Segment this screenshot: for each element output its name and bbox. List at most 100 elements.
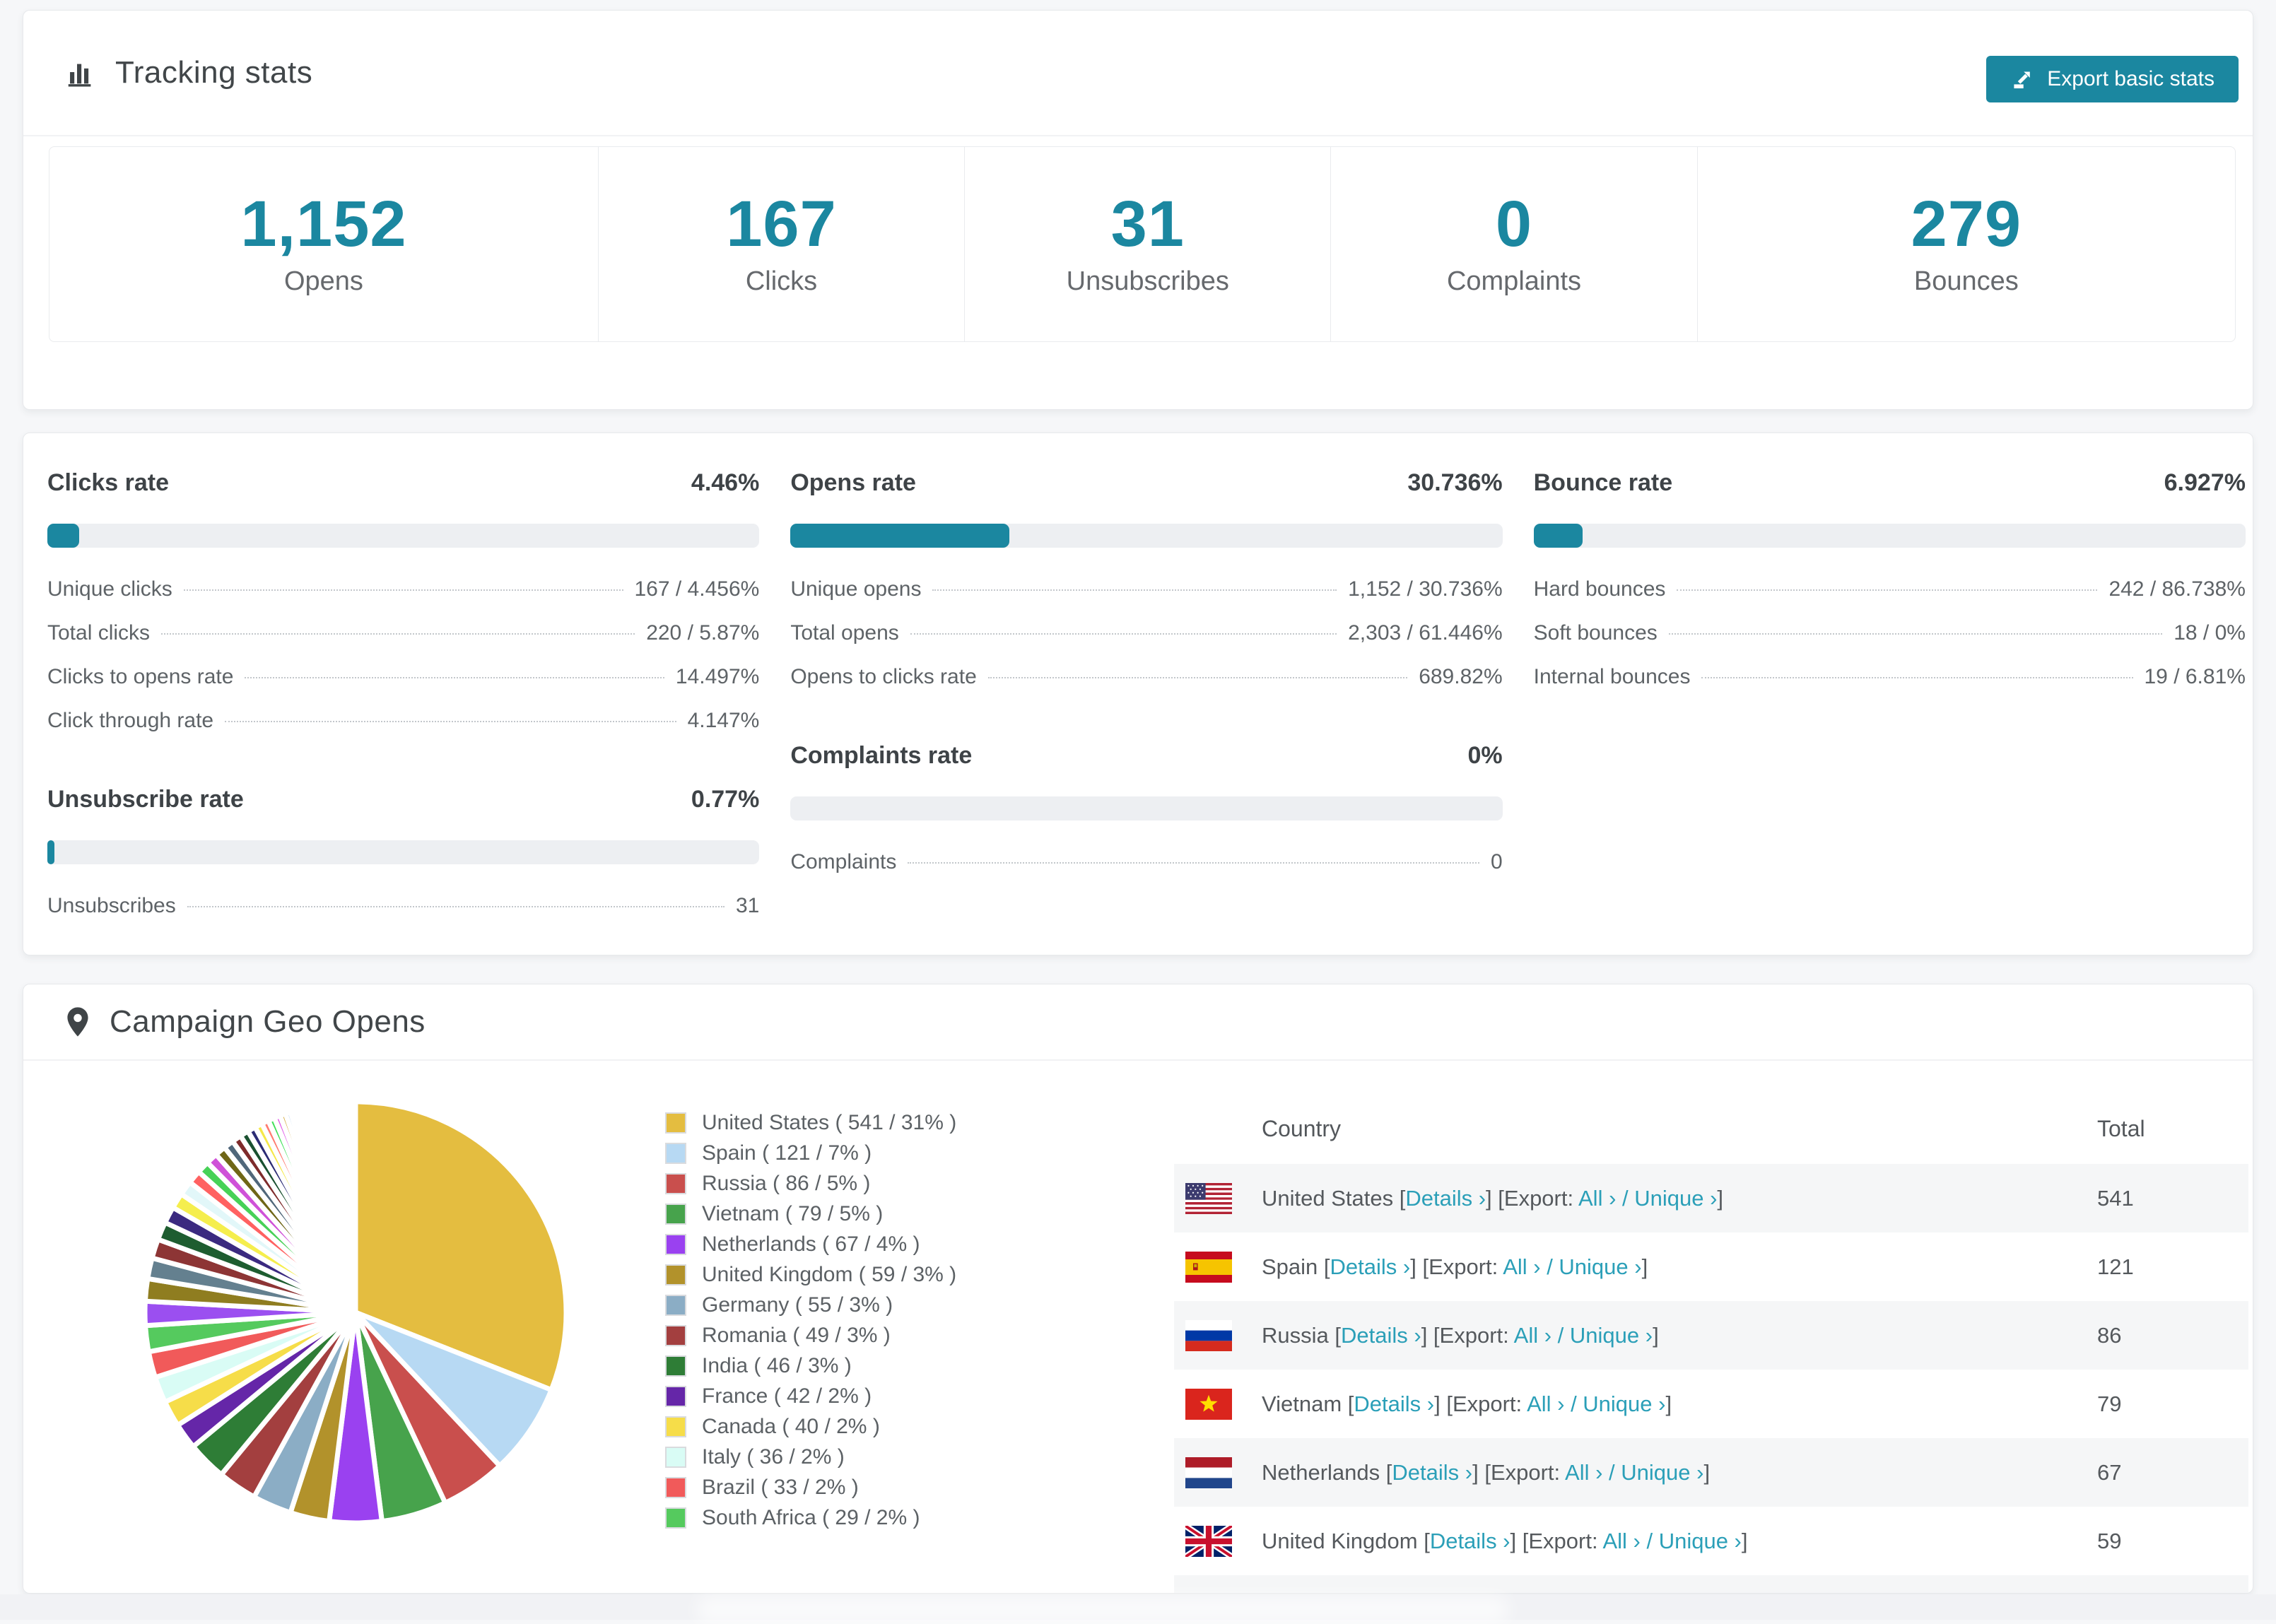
bracket: ] [ xyxy=(1410,1254,1429,1279)
legend-swatch xyxy=(665,1234,686,1255)
legend-item-india: India ( 46 / 3% ) xyxy=(665,1351,956,1381)
dotted-leader xyxy=(161,633,635,635)
geo-pie-chart xyxy=(129,1086,582,1538)
export-unique-link[interactable]: Unique › xyxy=(1559,1254,1641,1279)
rate-row-value: 4.147% xyxy=(688,709,760,733)
export-basic-stats-button[interactable]: Export basic stats xyxy=(1986,56,2239,102)
export-unique-link[interactable]: Unique › xyxy=(1659,1529,1742,1553)
table-row-spain: Spain [Details ›] [Export: All › / Uniqu… xyxy=(1174,1232,2248,1301)
export-word: Export: xyxy=(1453,1391,1527,1416)
legend-label: Canada ( 40 / 2% ) xyxy=(702,1415,880,1439)
legend-item-brazil: Brazil ( 33 / 2% ) xyxy=(665,1472,956,1502)
export-word: Export: xyxy=(1491,1460,1565,1485)
bracket: [ xyxy=(1318,1254,1330,1279)
rate-block-head: Bounce rate6.927% xyxy=(1534,467,2246,498)
total-cell: 121 xyxy=(2097,1254,2248,1280)
rate-block-bounce-rate: Bounce rate6.927% Hard bounces242 / 86.73… xyxy=(1534,467,2246,699)
rate-row-value: 18 / 0% xyxy=(2174,621,2246,645)
geo-legend: United States ( 541 / 31% )Spain ( 121 /… xyxy=(665,1107,956,1533)
bracket: ] xyxy=(1665,1391,1672,1416)
export-all-link[interactable]: All › xyxy=(1578,1186,1616,1211)
country-name: Vietnam xyxy=(1262,1391,1342,1416)
legend-label: Russia ( 86 / 5% ) xyxy=(702,1172,870,1196)
rate-rows: Unique clicks167 / 4.456%Total clicks220… xyxy=(47,567,759,743)
country-column-header: Country xyxy=(1174,1116,2097,1142)
dotted-leader xyxy=(1701,677,2133,678)
rate-rows: Unique opens1,152 / 30.736%Total opens2,… xyxy=(790,567,1502,699)
details-link[interactable]: Details › xyxy=(1430,1529,1511,1553)
bracket: [ xyxy=(1329,1323,1341,1348)
table-row-united-states: United States [Details ›] [Export: All ›… xyxy=(1174,1164,2248,1232)
export-word: Export: xyxy=(1429,1254,1503,1279)
details-link[interactable]: Details › xyxy=(1330,1254,1411,1279)
rate-row-label: Opens to clicks rate xyxy=(790,665,976,689)
legend-label: South Africa ( 29 / 2% ) xyxy=(702,1506,920,1530)
details-link[interactable]: Details › xyxy=(1405,1186,1486,1211)
country-name: Netherlands xyxy=(1262,1460,1380,1485)
flag-es-icon xyxy=(1185,1252,1232,1283)
details-link[interactable]: Details › xyxy=(1341,1323,1421,1348)
legend-swatch xyxy=(665,1507,686,1529)
export-all-link[interactable]: All › xyxy=(1514,1323,1551,1348)
legend-item-vietnam: Vietnam ( 79 / 5% ) xyxy=(665,1199,956,1229)
geo-table: Country Total United States [Details ›] … xyxy=(1174,1093,2248,1594)
rate-block-title: Unsubscribe rate xyxy=(47,784,244,815)
bracket: [ xyxy=(1393,1186,1405,1211)
export-unique-link[interactable]: Unique › xyxy=(1583,1391,1665,1416)
rate-row-label: Unsubscribes xyxy=(47,894,176,918)
details-link[interactable]: Details › xyxy=(1392,1460,1472,1485)
stat-value: 279 xyxy=(1911,192,2022,257)
legend-item-spain: Spain ( 121 / 7% ) xyxy=(665,1138,956,1168)
legend-swatch xyxy=(665,1173,686,1194)
table-row-netherlands: Netherlands [Details ›] [Export: All › /… xyxy=(1174,1438,2248,1507)
country-cell: United States [Details ›] [Export: All ›… xyxy=(1232,1186,2097,1211)
rate-row-value: 0 xyxy=(1491,850,1503,874)
stat-label: Opens xyxy=(284,266,363,297)
stat-box-opens: 1,152Opens xyxy=(49,147,599,341)
legend-swatch xyxy=(665,1416,686,1437)
export-all-link[interactable]: All › xyxy=(1602,1529,1640,1553)
total-column-header: Total xyxy=(2097,1116,2248,1142)
export-icon xyxy=(2010,67,2034,91)
details-link[interactable]: Details › xyxy=(1354,1391,1434,1416)
link-separator: / xyxy=(1541,1254,1559,1279)
dotted-leader xyxy=(910,633,1337,635)
bracket: ] [ xyxy=(1511,1529,1529,1553)
tracking-stats-header: Tracking stats Export basic stats xyxy=(23,11,2253,136)
stat-box-complaints: 0Complaints xyxy=(1331,147,1697,341)
rate-row-label: Soft bounces xyxy=(1534,621,1658,645)
export-unique-link[interactable]: Unique › xyxy=(1634,1186,1717,1211)
legend-label: France ( 42 / 2% ) xyxy=(702,1384,872,1408)
export-all-link[interactable]: All › xyxy=(1527,1391,1564,1416)
rate-block-unsubscribe-rate: Unsubscribe rate0.77%Unsubscribes31 xyxy=(47,784,759,928)
export-word: Export: xyxy=(1440,1323,1514,1348)
rate-progress-fill xyxy=(790,524,1009,548)
dotted-leader xyxy=(908,862,1479,864)
dotted-leader xyxy=(225,721,676,722)
rate-block-head: Complaints rate0% xyxy=(790,740,1502,771)
bracket: [ xyxy=(1418,1529,1430,1553)
rate-row-label: Unique opens xyxy=(790,577,921,601)
rate-progress-track xyxy=(47,840,759,864)
legend-swatch xyxy=(665,1264,686,1285)
legend-label: Romania ( 49 / 3% ) xyxy=(702,1324,891,1348)
export-unique-link[interactable]: Unique › xyxy=(1570,1323,1653,1348)
rate-block-head: Opens rate30.736% xyxy=(790,467,1502,498)
rate-rows: Unsubscribes31 xyxy=(47,884,759,928)
rate-row-hard-bounces: Hard bounces242 / 86.738% xyxy=(1534,567,2246,611)
legend-label: Italy ( 36 / 2% ) xyxy=(702,1445,845,1469)
rate-row-label: Total opens xyxy=(790,621,898,645)
legend-swatch xyxy=(665,1447,686,1468)
bracket: ] xyxy=(1703,1460,1710,1485)
export-all-link[interactable]: All › xyxy=(1565,1460,1602,1485)
rate-row-total-clicks: Total clicks220 / 5.87% xyxy=(47,611,759,655)
geo-table-header: Country Total xyxy=(1174,1093,2248,1164)
rate-block-opens-rate: Opens rate30.736% Unique opens1,152 / 30.… xyxy=(790,467,1502,699)
export-all-link[interactable]: All › xyxy=(1503,1254,1540,1279)
legend-item-south-africa: South Africa ( 29 / 2% ) xyxy=(665,1502,956,1533)
legend-item-russia: Russia ( 86 / 5% ) xyxy=(665,1168,956,1199)
total-cell: 79 xyxy=(2097,1391,2248,1417)
bottom-glow xyxy=(696,1596,1509,1624)
export-unique-link[interactable]: Unique › xyxy=(1621,1460,1703,1485)
legend-item-united-states: United States ( 541 / 31% ) xyxy=(665,1107,956,1138)
